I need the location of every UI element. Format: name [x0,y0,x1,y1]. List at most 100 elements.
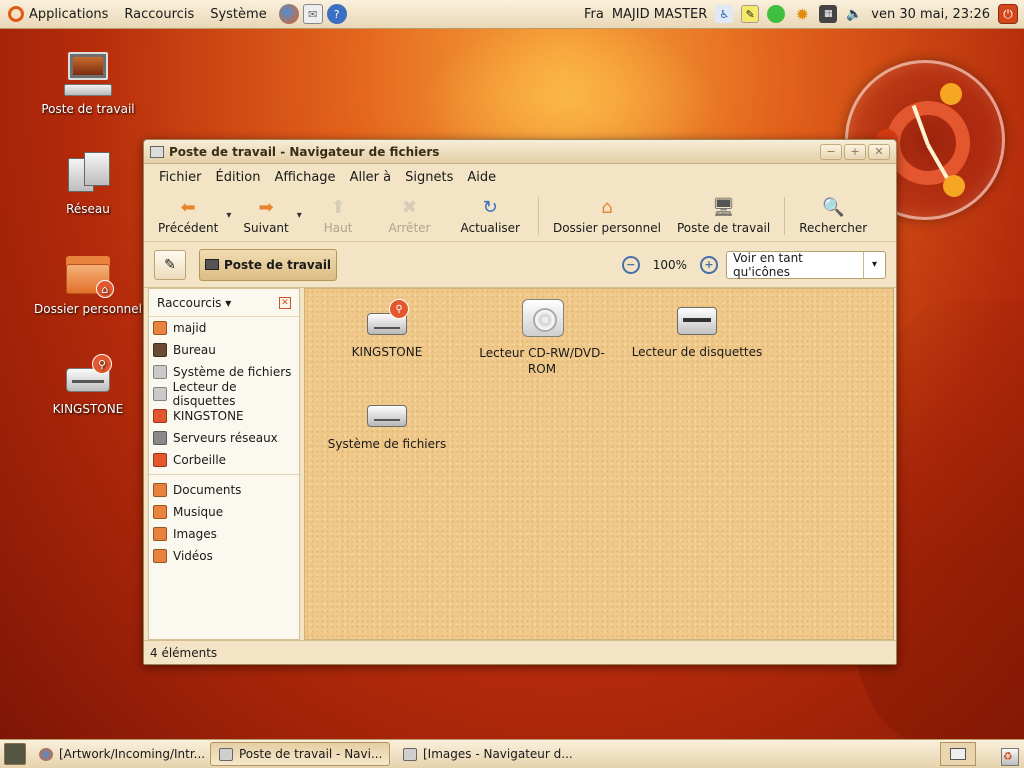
menu-bookmarks[interactable]: Signets [398,170,460,185]
sidebar-item-serveurs-r-seaux[interactable]: Serveurs réseaux [149,427,299,449]
close-button[interactable]: ✕ [868,143,890,160]
file-item-floppy[interactable]: Lecteur de disquettes [617,299,777,359]
mail-icon[interactable]: ✉ [302,4,323,24]
desktop-icon-computer[interactable]: Poste de travail [33,50,143,116]
accessibility-icon[interactable]: ♿ [715,5,734,23]
minimize-button[interactable]: − [820,143,842,160]
view-mode-select[interactable]: Voir en tant qu'icônes ▾ [726,250,886,279]
taskbar-task[interactable]: [Artwork/Incoming/Intr... [30,742,206,766]
network-status-icon[interactable]: ▦ [819,5,838,23]
icon-view[interactable]: ⚲ KINGSTONE Lecteur CD-RW/DVD-ROM Lecteu… [304,288,894,640]
sidebar-item-label: Vidéos [173,549,213,563]
sidebar-bookmark-vid-os[interactable]: Vidéos [149,545,299,567]
home-folder-icon: ⌂ [64,250,114,298]
sidebar-bookmarks: Documents Musique Images Vidéos [149,479,299,567]
sidebar-item-bureau[interactable]: Bureau [149,339,299,361]
clock-dot [940,83,962,105]
place-icon [153,343,167,357]
window-buttons: − + ✕ [820,143,890,160]
arrow-left-icon: ⬅ [180,196,196,218]
menu-edit[interactable]: Édition [209,170,268,185]
desktop-icon-label: KINGSTONE [52,402,124,416]
location-bar: ✎ Poste de travail − 100% + Voir en tant… [144,242,896,288]
sidebar-close-icon[interactable]: ✕ [279,296,291,309]
notes-icon[interactable]: ✎ [741,5,760,23]
search-button[interactable]: 🔍 Rechercher [791,190,875,241]
toolbar-separator [537,196,539,235]
file-item-cdrom[interactable]: Lecteur CD-RW/DVD-ROM [462,299,622,377]
taskbar-task-active[interactable]: Poste de travail - Navi... [210,742,390,766]
desktop-icon-home[interactable]: ⌂ Dossier personnel [33,250,143,316]
desktop-icon-kingstone[interactable]: ⚲ KINGSTONE [33,350,143,416]
window-title: Poste de travail - Navigateur de fichier… [169,144,440,159]
sidebar-bookmark-images[interactable]: Images [149,523,299,545]
maximize-button[interactable]: + [844,143,866,160]
sidebar-places: majid Bureau Système de fichiers Lecteur de… [149,317,299,471]
menu-file[interactable]: Fichier [152,170,209,185]
stop-button[interactable]: ✖ Arrêter [370,190,448,241]
place-icon [153,483,167,497]
computer-button[interactable]: 🖥 Poste de travail [669,190,778,241]
sidebar-mode-label: Raccourcis [157,295,222,310]
home-button-label: Dossier personnel [552,221,661,235]
sidebar-bookmark-musique[interactable]: Musique [149,501,299,523]
sidebar-item-corbeille[interactable]: Corbeille [149,449,299,471]
up-button[interactable]: ⬆ Haut [306,190,371,241]
sidebar: Raccourcis ▾ ✕ majid Bureau Système de fic… [148,288,300,640]
volume-icon[interactable]: 🔈 [845,5,863,23]
up-button-label: Haut [323,221,353,235]
file-manager-icon [403,747,417,761]
file-item-filesystem[interactable]: Système de fichiers [307,391,467,451]
keyboard-layout-indicator[interactable]: Fra [584,7,604,22]
status-green-icon[interactable] [767,5,786,23]
network-icon [64,150,112,198]
taskbar-task[interactable]: [Images - Navigateur d... [394,742,574,766]
path-button-computer[interactable]: Poste de travail [199,248,338,281]
menu-view[interactable]: Affichage [267,170,342,185]
sidebar-item-label: Bureau [173,343,216,357]
sidebar-mode-select[interactable]: Raccourcis ▾ [157,296,231,310]
clock-datetime[interactable]: ven 30 mai, 23:26 [871,7,990,22]
home-button[interactable]: ⌂ Dossier personnel [545,190,669,241]
system-menu[interactable]: Système [202,0,274,28]
sidebar-item-lecteur-de-disquettes[interactable]: Lecteur de disquettes [149,380,299,408]
places-menu[interactable]: Raccourcis [116,0,202,28]
file-manager-icon [219,747,233,761]
back-button[interactable]: ⬅ Précédent [150,190,226,241]
workspace-switcher[interactable] [940,742,976,766]
top-panel: Applications Raccourcis Système ✉ ? Fra … [0,0,1024,29]
arrow-right-icon: ➡ [258,196,274,218]
task-label: Poste de travail - Navi... [239,747,383,761]
reload-button[interactable]: ↻ Actualiser [448,190,532,241]
show-desktop-button[interactable] [4,743,26,765]
window-titlebar[interactable]: Poste de travail - Navigateur de fichier… [144,140,896,164]
computer-icon [64,50,112,98]
back-history-dropdown[interactable]: ▾ [226,210,231,221]
trash-icon[interactable] [998,742,1020,766]
sidebar-bookmark-documents[interactable]: Documents [149,479,299,501]
power-icon[interactable]: ⏻ [998,4,1018,24]
reload-button-label: Actualiser [460,221,520,235]
file-item-label: Lecteur de disquettes [631,345,763,359]
applications-menu[interactable]: Applications [0,0,116,28]
place-icon [153,365,167,379]
weather-sun-icon[interactable]: ✹ [793,5,811,24]
zoom-in-icon[interactable]: + [700,255,718,274]
menubar: Fichier Édition Affichage Aller à Signet… [144,164,896,190]
firefox-icon[interactable] [278,4,299,24]
menu-go[interactable]: Aller à [343,170,399,185]
sidebar-item-label: Documents [173,483,242,497]
sidebar-item-kingstone[interactable]: KINGSTONE [149,405,299,427]
forward-history-dropdown[interactable]: ▾ [297,210,302,221]
chevron-down-icon: ▾ [863,251,885,278]
zoom-level[interactable]: 100% [653,258,687,272]
zoom-out-icon[interactable]: − [621,255,640,274]
sidebar-item-majid[interactable]: majid [149,317,299,339]
user-name[interactable]: MAJID MASTER [612,7,707,22]
desktop-icon-network[interactable]: Réseau [33,150,143,216]
menu-help[interactable]: Aide [460,170,503,185]
toggle-location-entry-button[interactable]: ✎ [154,249,186,280]
file-item-kingstone[interactable]: ⚲ KINGSTONE [307,299,467,359]
help-icon[interactable]: ? [326,4,347,24]
forward-button[interactable]: ➡ Suivant [235,190,296,241]
